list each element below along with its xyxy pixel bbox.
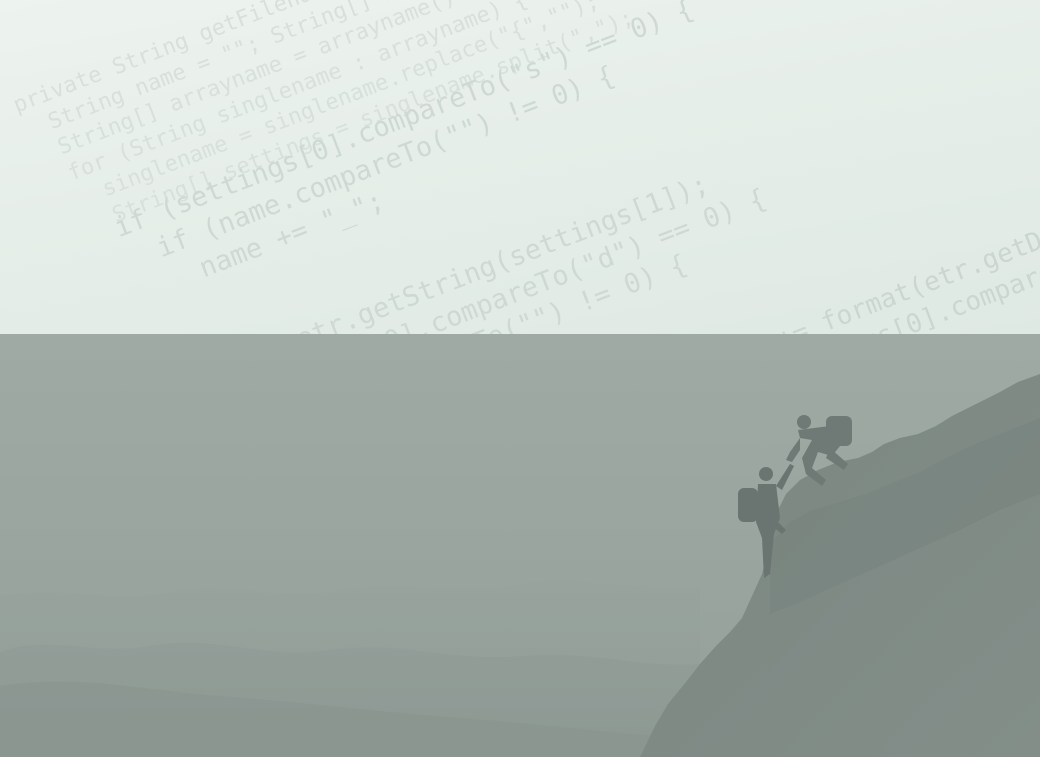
mountain-photo	[0, 334, 1040, 757]
page-canvas: private String getFilename(Ext String na…	[0, 0, 1040, 757]
code-background-panel: private String getFilename(Ext String na…	[0, 0, 1040, 334]
mountain-photo-panel	[0, 334, 1040, 757]
